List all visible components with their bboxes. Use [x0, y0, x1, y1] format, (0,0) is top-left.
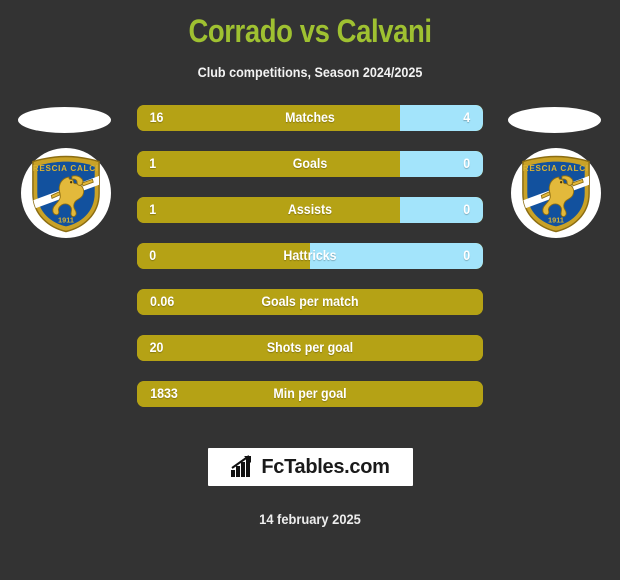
page-subtitle: Club competitions, Season 2024/2025	[197, 64, 423, 80]
stat-row: 20 Shots per goal	[137, 335, 483, 361]
home-team-logo: BRESCIA CALCIO 1911	[0, 103, 130, 248]
stat-row: 0 Hattricks 0	[137, 243, 483, 269]
away-stat-value: 0	[463, 202, 471, 217]
fctables-brand-label: FcTables.com	[261, 456, 390, 478]
svg-text:1911: 1911	[548, 216, 564, 225]
stat-row: 1833 Min per goal	[137, 381, 483, 407]
bar-chart-arrow-icon	[231, 455, 252, 477]
fctables-brand-badge[interactable]: FcTables.com	[207, 448, 413, 486]
stat-label: Hattricks	[283, 248, 337, 263]
away-stat-value: 0	[463, 156, 471, 171]
footer: FcTables.com 14 february 2025	[0, 448, 620, 527]
footer-date: 14 february 2025	[259, 511, 361, 527]
comparison-section: BRESCIA CALCIO 1911 BRESCIA CALCIO 1911 …	[0, 103, 620, 407]
away-team-logo: BRESCIA CALCIO 1911	[490, 103, 620, 248]
stat-label: Goals	[292, 156, 328, 171]
page-title: Corrado vs Calvani	[188, 13, 432, 49]
away-stat-value: 4	[463, 110, 471, 125]
stat-row: 16 Matches 4	[137, 105, 483, 131]
stat-row: 1 Assists 0	[137, 197, 483, 223]
stat-label: Matches	[285, 110, 335, 125]
brescia-calcio-crest-icon: BRESCIA CALCIO 1911	[519, 155, 593, 233]
away-stat-value: 0	[463, 248, 471, 263]
stat-row: 0.06 Goals per match	[137, 289, 483, 315]
stat-label: Assists	[287, 202, 333, 217]
stats-bar-list: 16 Matches 4 1 Goals 0 1 Assists 0 0 Hattricks 0 0.0…	[137, 105, 483, 427]
svg-text:BRESCIA CALCIO: BRESCIA CALCIO	[29, 164, 103, 173]
stat-label: Min per goal	[273, 386, 347, 401]
brescia-calcio-crest-icon: BRESCIA CALCIO 1911	[29, 155, 103, 233]
logo-ellipse-decoration	[508, 107, 601, 133]
stat-label: Shots per goal	[266, 340, 354, 355]
logo-ellipse-decoration	[18, 107, 111, 133]
svg-text:BRESCIA CALCIO: BRESCIA CALCIO	[519, 164, 593, 173]
svg-text:1911: 1911	[58, 216, 74, 225]
stat-label: Goals per match	[261, 294, 359, 309]
stat-row: 1 Goals 0	[137, 151, 483, 177]
